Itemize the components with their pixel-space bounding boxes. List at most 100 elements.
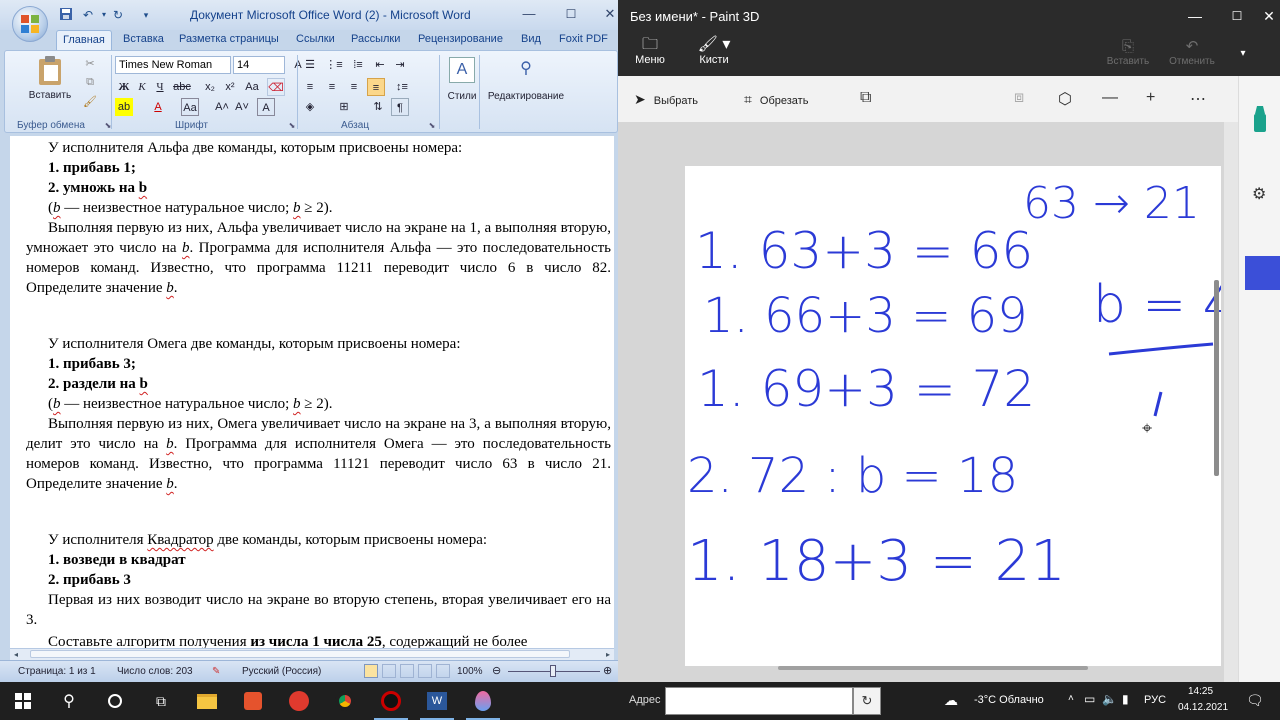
save-icon[interactable] [58, 7, 74, 23]
weather-text[interactable]: -3°C Облачно [974, 694, 1044, 706]
character-border-icon[interactable]: A [257, 98, 275, 116]
zoom-level[interactable]: 100% [457, 666, 483, 677]
office-app-icon[interactable] [230, 682, 276, 720]
task-view-icon[interactable] [92, 682, 138, 720]
draft-view-icon[interactable] [436, 664, 450, 678]
outline-view-icon[interactable] [418, 664, 432, 678]
language-indicator[interactable]: Русский (Россия) [242, 666, 321, 677]
tab-page-layout[interactable]: Разметка страницы [179, 33, 279, 45]
undo-button[interactable]: ↶ Отменить [1160, 38, 1224, 67]
volume-icon[interactable]: 🔈 [1102, 692, 1117, 706]
cut-icon[interactable]: ✂ [81, 55, 99, 73]
line-spacing-icon[interactable]: ↕≡ [393, 78, 411, 96]
clock-date[interactable]: 04.12.2021 [1178, 702, 1228, 713]
weather-icon[interactable]: ☁ [944, 692, 958, 709]
bullets-icon[interactable]: ☰ [301, 56, 319, 74]
select-button[interactable]: ➤ Выбрать [634, 91, 698, 108]
scrollbar-thumb[interactable] [30, 650, 570, 658]
superscript-button[interactable]: x² [221, 78, 239, 96]
tab-foxit-pdf[interactable]: Foxit PDF [559, 33, 608, 45]
tab-mailings[interactable]: Рассылки [351, 33, 400, 45]
font-name-select[interactable]: Times New Roman [115, 56, 231, 74]
clock-time[interactable]: 14:25 [1188, 686, 1213, 697]
zoom-in-icon[interactable]: + [1146, 89, 1155, 107]
align-right-icon[interactable]: ≡ [345, 78, 363, 96]
highlight-color-icon[interactable]: ab [115, 98, 133, 116]
print-layout-view-icon[interactable] [364, 664, 378, 678]
yandex-browser-icon[interactable] [276, 682, 322, 720]
sort-icon[interactable]: ⇅ [369, 98, 387, 116]
zoom-out-icon[interactable]: ⊖ [492, 664, 501, 677]
redo-icon[interactable]: ↻ [110, 7, 126, 23]
minimize-icon[interactable]: — [516, 4, 542, 24]
clear-formatting-icon[interactable]: ⌫ [267, 78, 285, 96]
more-icon[interactable]: ⋯ [1190, 89, 1206, 109]
scroll-left-icon[interactable]: ◂ [14, 650, 18, 659]
input-language[interactable]: РУС [1144, 694, 1166, 706]
magic-select-icon[interactable]: ⧉ [860, 89, 871, 107]
change-case-button[interactable]: Aa [243, 78, 261, 96]
marker-icon[interactable] [1249, 104, 1271, 134]
paste-button[interactable]: Вставить [27, 55, 73, 101]
address-input[interactable] [665, 687, 853, 715]
tab-review[interactable]: Рецензирование [418, 33, 503, 45]
zoom-slider-thumb[interactable] [550, 665, 556, 677]
tab-view[interactable]: Вид [521, 33, 541, 45]
scroll-right-icon[interactable]: ▸ [606, 650, 610, 659]
maximize-icon[interactable]: ☐ [558, 4, 584, 24]
font-color-icon[interactable]: A [149, 98, 167, 116]
bold-button[interactable]: Ж [115, 78, 133, 96]
shrink-font-button[interactable]: A˅ [233, 98, 251, 116]
crop-button[interactable]: ⌗ Обрезать [744, 91, 808, 108]
brushes-button[interactable]: 🖌 ▾ Кисти [689, 36, 739, 66]
battery-icon[interactable]: ▮ [1122, 692, 1129, 706]
refresh-icon[interactable]: ↻ [853, 687, 881, 715]
italic-button[interactable]: К [133, 78, 151, 96]
full-screen-view-icon[interactable] [382, 664, 396, 678]
zoom-out-icon[interactable]: — [1102, 89, 1118, 107]
web-layout-view-icon[interactable] [400, 664, 414, 678]
notifications-icon[interactable]: 🗨 [1246, 692, 1264, 709]
tab-insert[interactable]: Вставка [123, 33, 164, 45]
recorder-icon[interactable] [368, 682, 414, 720]
show-formatting-icon[interactable]: ¶ [391, 98, 409, 116]
settings-sliders-icon[interactable]: ⚙ [1252, 184, 1266, 204]
word-taskbar-icon[interactable]: W [414, 682, 460, 720]
format-painter-icon[interactable]: 🖌 [81, 93, 99, 111]
page-count[interactable]: Страница: 1 из 1 [18, 666, 96, 677]
decrease-indent-icon[interactable]: ⇤ [371, 56, 389, 74]
numbering-icon[interactable]: ⋮≡ [325, 56, 343, 74]
close-icon[interactable]: ✕ [1254, 6, 1280, 26]
font-size-select[interactable]: 14 [233, 56, 285, 74]
undo-icon[interactable]: ↶ [80, 7, 96, 23]
align-center-icon[interactable]: ≡ [323, 78, 341, 96]
tab-home[interactable]: Главная [56, 30, 112, 52]
tray-overflow-icon[interactable]: ˄ [1068, 693, 1074, 704]
drawing-canvas[interactable]: 1. 63+3 = 66 1. 66+3 = 69 1. 69+3 = 72 2… [685, 166, 1236, 666]
paste-button[interactable]: ⎘ Вставить [1096, 38, 1160, 67]
subscript-button[interactable]: x₂ [201, 78, 219, 96]
align-left-icon[interactable]: ≡ [301, 78, 319, 96]
start-button[interactable] [0, 682, 46, 720]
maximize-icon[interactable]: ☐ [1222, 6, 1252, 26]
file-explorer-icon[interactable] [184, 682, 230, 720]
multilevel-list-icon[interactable]: ⁞≡ [349, 56, 367, 74]
chrome-icon[interactable] [322, 682, 368, 720]
shading-icon[interactable]: ◈ [301, 98, 319, 116]
word-count[interactable]: Число слов: 203 [117, 666, 193, 677]
color-swatch[interactable] [1245, 256, 1280, 290]
grow-font-button[interactable]: A˄ [213, 98, 231, 116]
copy-icon[interactable]: ⧉ [81, 73, 99, 91]
editing-button[interactable]: ⚲ Редактирование [481, 57, 571, 102]
customize-quick-access-icon[interactable]: ▾ [138, 7, 154, 23]
horizontal-scrollbar[interactable]: ◂ ▸ [10, 648, 614, 660]
strikethrough-button[interactable]: abc [173, 78, 191, 96]
increase-indent-icon[interactable]: ⇥ [391, 56, 409, 74]
font-launcher-icon[interactable]: ⬊ [283, 117, 301, 135]
search-icon[interactable]: ⚲ [46, 682, 92, 720]
zoom-in-icon[interactable]: ⊕ [603, 664, 612, 677]
clipboard-launcher-icon[interactable]: ⬊ [99, 117, 117, 135]
overflow-dropdown-icon[interactable]: ▾ [1228, 44, 1258, 64]
vertical-scrollbar[interactable] [1214, 280, 1219, 476]
borders-icon[interactable]: ⊞ [335, 98, 353, 116]
